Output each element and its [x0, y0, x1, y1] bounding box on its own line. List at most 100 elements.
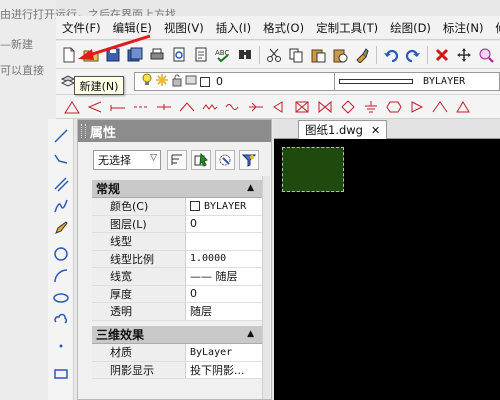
- document-tab[interactable]: 图纸1.dwg ✕: [298, 120, 388, 139]
- copy-icon[interactable]: [286, 45, 306, 65]
- delete-icon[interactable]: [432, 45, 452, 65]
- property-value: 1.0000: [190, 253, 227, 265]
- chevron-up-icon[interactable]: ▲: [247, 183, 254, 193]
- lineweight-dropdown[interactable]: BYLAYER: [334, 72, 500, 91]
- publish-icon[interactable]: [191, 45, 211, 65]
- selection-dropdown[interactable]: 无选择 ▽: [93, 150, 161, 170]
- menu-edit[interactable]: 编辑(E): [107, 20, 158, 36]
- layer-lock-icon: [171, 73, 183, 90]
- paste-icon[interactable]: [308, 45, 328, 65]
- match-properties-icon[interactable]: [352, 45, 372, 65]
- flag-right-icon[interactable]: [407, 98, 427, 116]
- color-swatch: [190, 201, 200, 212]
- property-row[interactable]: 材质 ByLayer: [92, 344, 262, 362]
- arc-tool-icon[interactable]: [52, 267, 70, 285]
- properties-panel: 属性 无选择 ▽ 常规 ▲ 颜色(C) BYLAYER 图层(L) 0 线型 线…: [77, 119, 272, 400]
- section-general[interactable]: 常规 ▲: [92, 180, 262, 198]
- line-icon[interactable]: [108, 98, 128, 116]
- paste-special-icon[interactable]: [330, 45, 350, 65]
- color-value: BYLAYER: [204, 200, 247, 212]
- spline-tool-icon[interactable]: [52, 197, 70, 215]
- toolbar-separator: [376, 45, 377, 64]
- circle-tool-icon[interactable]: [52, 245, 70, 263]
- line-tool-icon[interactable]: [52, 127, 70, 145]
- zoom-icon[interactable]: [476, 45, 496, 65]
- save-icon[interactable]: [103, 45, 123, 65]
- arc-peak-icon[interactable]: [177, 98, 197, 116]
- xline-tool-icon[interactable]: [52, 175, 70, 193]
- hexagon-icon[interactable]: [384, 98, 404, 116]
- property-name: 线型: [92, 233, 186, 250]
- pencil-tool-icon[interactable]: [52, 219, 70, 237]
- filter-button[interactable]: [239, 150, 259, 170]
- menu-modify[interactable]: 修: [490, 20, 500, 36]
- redo-icon[interactable]: [403, 45, 423, 65]
- menu-draw[interactable]: 绘图(D): [384, 20, 437, 36]
- new-file-icon[interactable]: [59, 45, 79, 65]
- bowtie-icon[interactable]: [315, 98, 335, 116]
- toggle-pickadd-button[interactable]: [167, 150, 187, 170]
- property-name: 透明: [92, 303, 186, 320]
- property-row[interactable]: 透明 随层: [92, 303, 262, 321]
- print-preview-icon[interactable]: [169, 45, 189, 65]
- ground-icon[interactable]: [361, 98, 381, 116]
- lineweight-value: BYLAYER: [423, 76, 466, 87]
- property-value: BYLAYER: [186, 198, 262, 215]
- angle-icon[interactable]: [85, 98, 105, 116]
- menu-dimension[interactable]: 标注(N): [437, 20, 490, 36]
- more-draw-icon[interactable]: [453, 98, 473, 116]
- property-row[interactable]: 线宽 —— 随层: [92, 268, 262, 286]
- find-icon[interactable]: [235, 45, 255, 65]
- layer-color-swatch: [200, 76, 210, 87]
- property-row[interactable]: 阴影显示 投下阴影...: [92, 361, 262, 379]
- undo-icon[interactable]: [381, 45, 401, 65]
- flag-left-icon[interactable]: [269, 98, 289, 116]
- save-as-icon[interactable]: [125, 45, 145, 65]
- zigzag-icon[interactable]: [200, 98, 220, 116]
- rectangle-tool-icon[interactable]: [52, 365, 70, 383]
- triangle-icon[interactable]: [62, 98, 82, 116]
- property-row[interactable]: 线型: [92, 233, 262, 251]
- properties-title-bar[interactable]: 属性: [78, 120, 271, 142]
- dashline-icon[interactable]: [131, 98, 151, 116]
- menu-custom-tools[interactable]: 定制工具(T): [310, 20, 384, 36]
- wave-icon[interactable]: [223, 98, 243, 116]
- properties-scrollbar[interactable]: [262, 176, 270, 399]
- property-name: 图层(L): [92, 215, 186, 232]
- layer-on-icon: [141, 73, 153, 90]
- property-row[interactable]: 颜色(C) BYLAYER: [92, 198, 262, 216]
- property-row[interactable]: 厚度 0: [92, 285, 262, 303]
- menu-view[interactable]: 视图(V): [158, 20, 210, 36]
- property-row[interactable]: 线型比例 1.0000: [92, 250, 262, 268]
- pan-icon[interactable]: [454, 45, 474, 65]
- ellipse-tool-icon[interactable]: [52, 289, 70, 307]
- close-icon[interactable]: ✕: [371, 124, 380, 137]
- section-3d-effects[interactable]: 三维效果 ▲: [92, 326, 262, 344]
- select-objects-button[interactable]: [191, 150, 211, 170]
- print-icon[interactable]: [147, 45, 167, 65]
- cross-box-icon[interactable]: [292, 98, 312, 116]
- menu-insert[interactable]: 插入(I): [210, 20, 257, 36]
- menu-format[interactable]: 格式(O): [257, 20, 310, 36]
- panel-grip[interactable]: [81, 124, 86, 138]
- point-tool-icon[interactable]: [52, 337, 70, 355]
- menu-file[interactable]: 文件(F): [56, 20, 107, 36]
- selection-value: 无选择: [98, 154, 131, 167]
- chevron-up-icon[interactable]: ▲: [247, 329, 254, 339]
- diamond-icon[interactable]: [338, 98, 358, 116]
- property-row[interactable]: 图层(L) 0: [92, 215, 262, 233]
- open-file-icon[interactable]: [81, 45, 101, 65]
- lineweight-preview: [339, 79, 413, 84]
- drawing-canvas[interactable]: [274, 139, 500, 400]
- chevron-down-icon: ▽: [150, 153, 157, 163]
- cut-icon[interactable]: [264, 45, 284, 65]
- drawn-rectangle[interactable]: [282, 147, 344, 192]
- polyline-tool-icon[interactable]: [52, 151, 70, 169]
- peak-icon[interactable]: [430, 98, 450, 116]
- centerline-icon[interactable]: [154, 98, 174, 116]
- background-text-line-3: 可以直接: [0, 64, 44, 77]
- spellcheck-icon[interactable]: ABC: [213, 45, 233, 65]
- quick-select-button[interactable]: [215, 150, 235, 170]
- symmetric-icon[interactable]: [246, 98, 266, 116]
- revcloud-tool-icon[interactable]: [52, 311, 70, 329]
